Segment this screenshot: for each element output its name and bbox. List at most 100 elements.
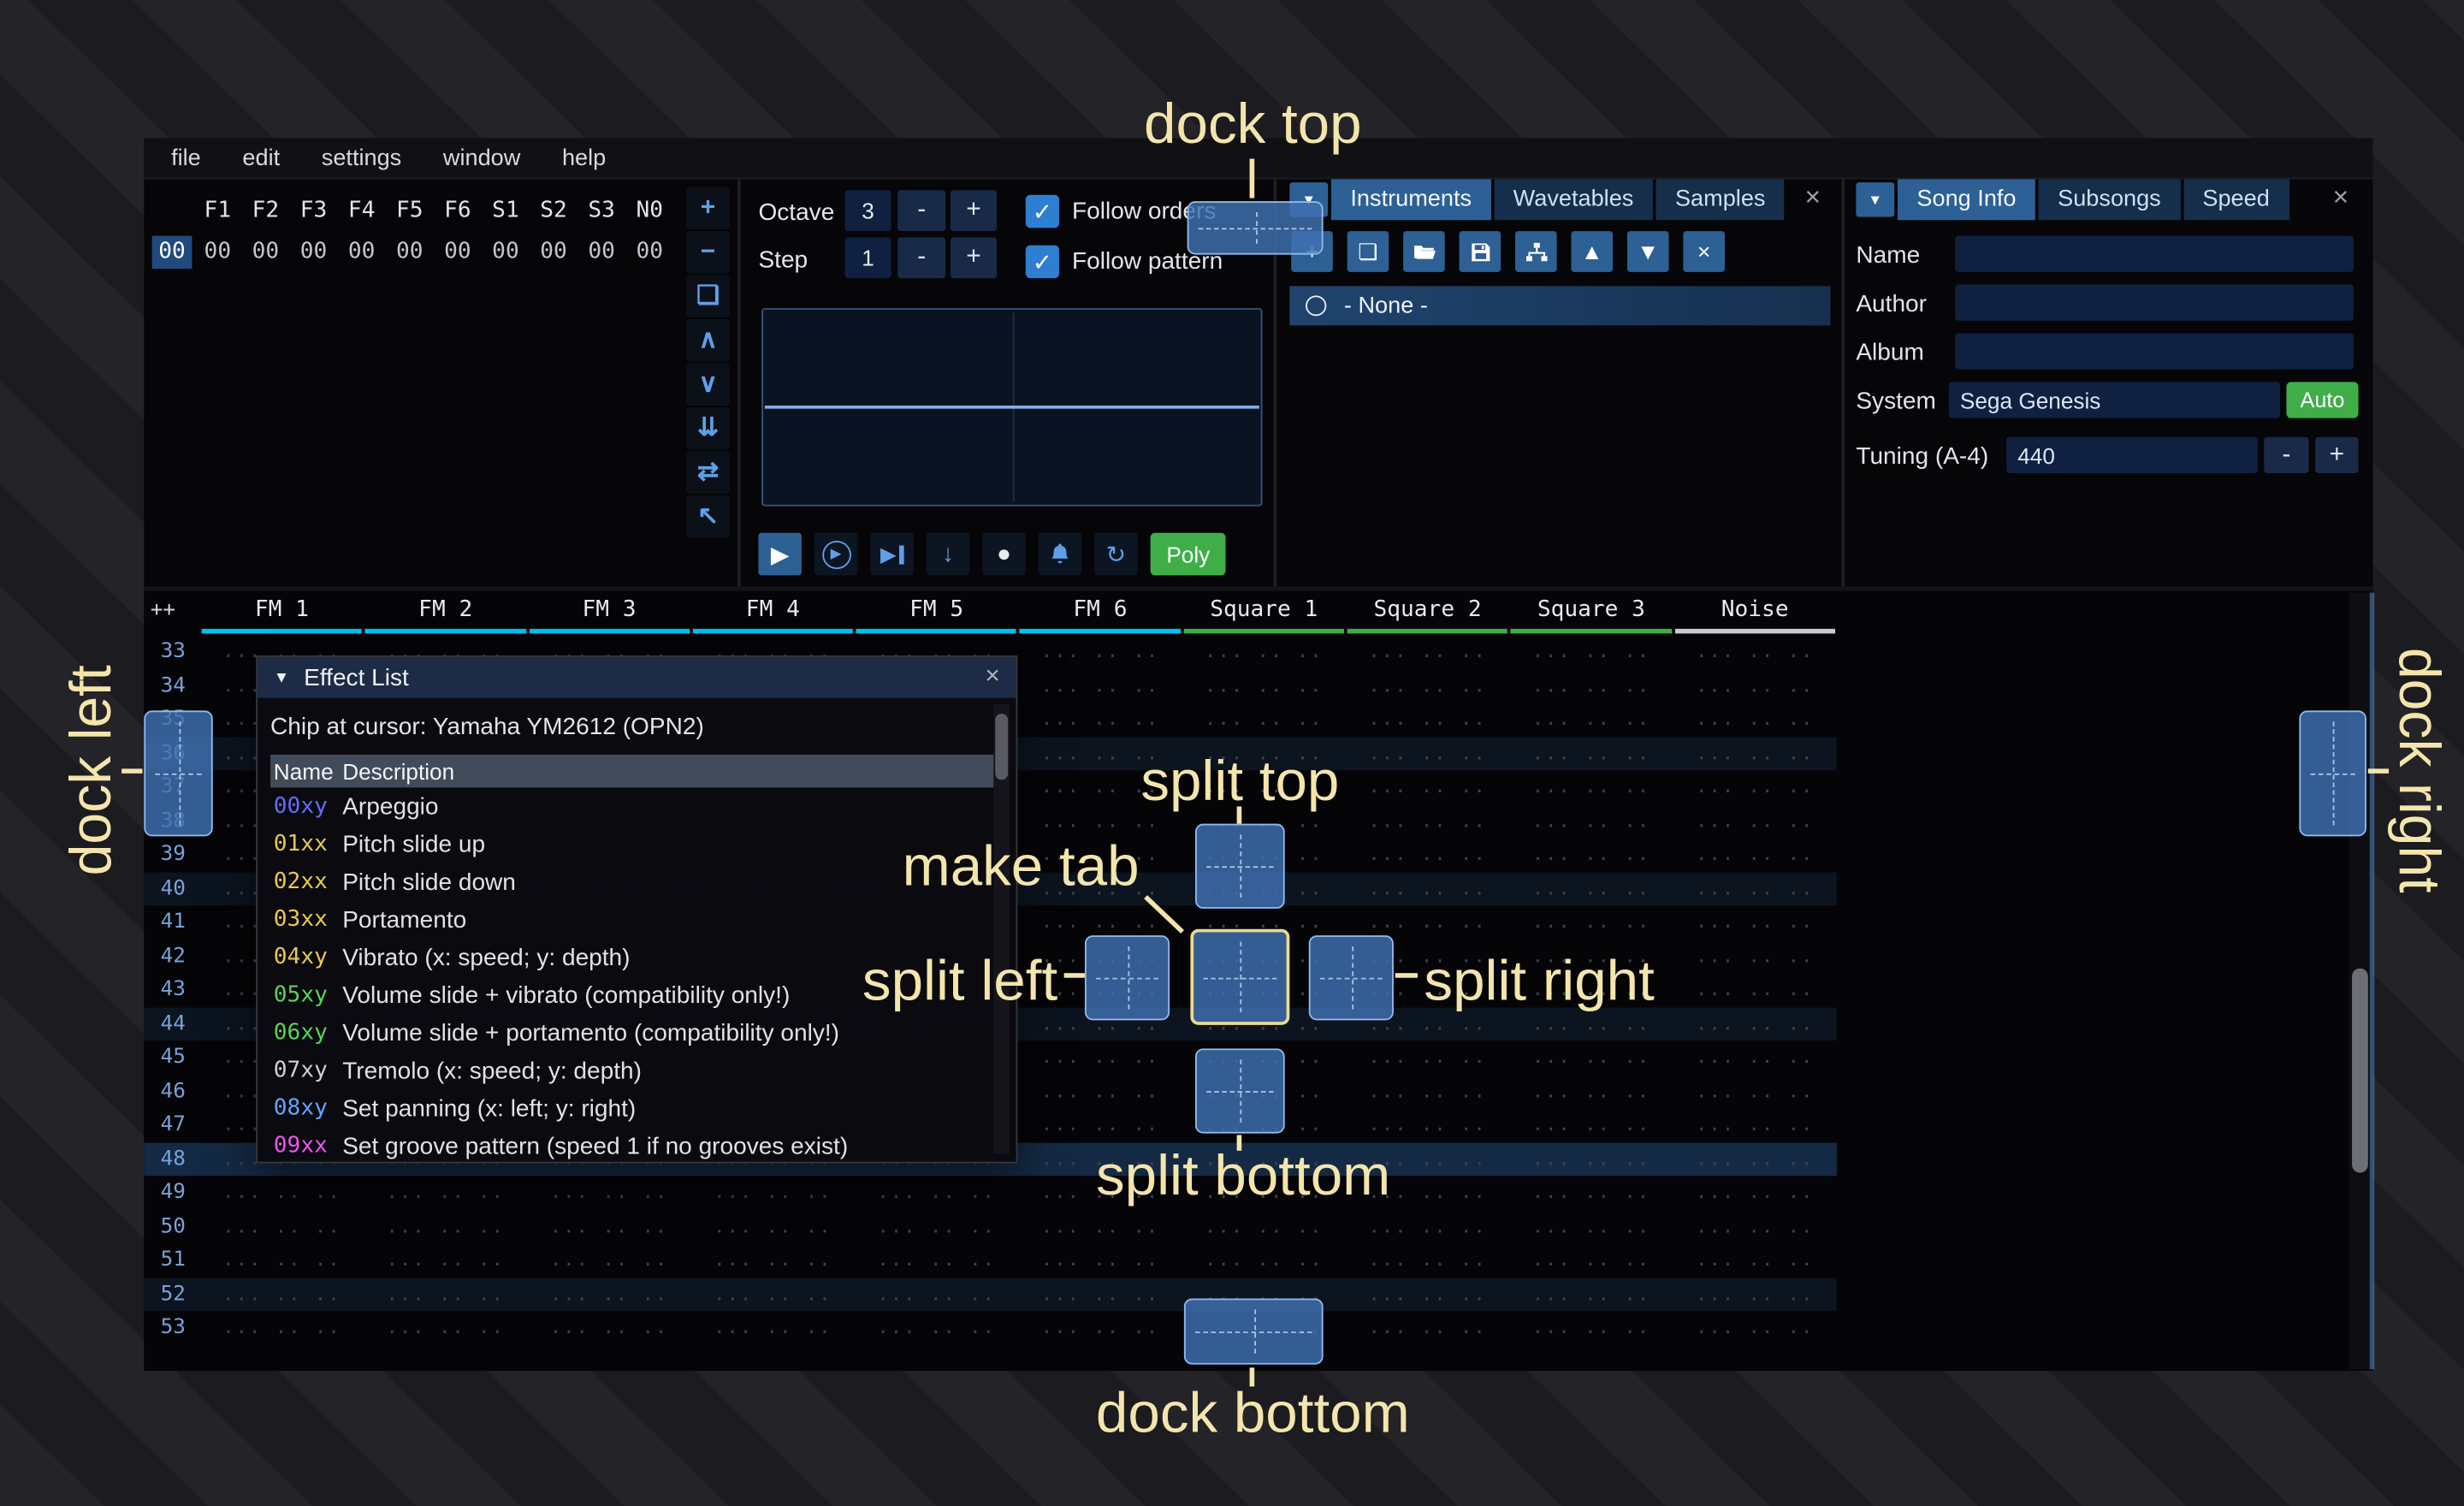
pattern-cell[interactable]: ... .. .. .... [1673,1108,1837,1141]
window-menu-button[interactable]: ▼ [1856,182,1894,216]
pattern-cell[interactable]: ... .. .. .... [1509,770,1673,803]
channel-header[interactable]: FM 3 [527,591,690,635]
pattern-row[interactable]: 49... .. .. ....... .. .. ....... .. .. … [144,1176,1837,1209]
pattern-cell[interactable]: ... .. .. .... [200,1210,364,1243]
pattern-cell[interactable]: ... .. .. .... [1509,1075,1673,1108]
make-tab-target[interactable] [1190,929,1289,1025]
step-increase-button[interactable]: + [951,237,997,278]
pattern-cell[interactable]: ... .. .. .... [1018,1243,1182,1277]
pattern-cell[interactable]: ... .. .. .... [1018,1108,1182,1141]
pattern-cell[interactable]: ... .. .. .... [1346,905,1509,939]
pattern-cell[interactable]: ... .. .. .... [1018,1311,1182,1344]
menu-item[interactable]: settings [300,145,422,170]
pattern-cell[interactable]: ... .. .. .... [1509,669,1673,703]
play-from-start-button[interactable]: ▶ [814,533,857,576]
pattern-cell[interactable]: ... .. .. .... [691,1278,855,1311]
song-info-tab[interactable]: Song Info [1898,179,2035,220]
pattern-cell[interactable]: ... .. .. .... [1018,669,1182,703]
pattern-cell[interactable]: ... .. .. .... [1673,838,1837,871]
pattern-cell[interactable]: ... .. .. .... [1673,1210,1837,1243]
pattern-cell[interactable]: ... .. .. .... [1346,1108,1509,1141]
effect-row[interactable]: 09xx Set groove pattern (speed 1 if no g… [270,1127,1004,1163]
pattern-cell[interactable]: ... .. .. .... [1673,1278,1837,1311]
metronome-button[interactable] [1039,533,1081,576]
pattern-cell[interactable]: ... .. .. .... [1346,1311,1509,1344]
pattern-cell[interactable]: ... .. .. .... [1018,635,1182,668]
pattern-cell[interactable]: ... .. .. .... [855,1176,1018,1209]
pattern-cell[interactable]: ... .. .. .... [364,1210,527,1243]
pattern-cell[interactable]: ... .. .. .... [1509,703,1673,736]
pattern-cell[interactable]: ... .. .. .... [527,1176,690,1209]
menu-item[interactable]: window [423,145,542,170]
channel-header[interactable]: Square 3 [1509,591,1673,635]
menu-item[interactable]: edit [222,145,300,170]
follow-pattern-checkbox[interactable]: ✓ [1026,246,1059,279]
order-cell[interactable]: 00 [386,236,434,270]
pattern-cell[interactable]: ... .. .. .... [1346,1278,1509,1311]
song-info-tab[interactable]: Speed [2183,179,2289,220]
pattern-cell[interactable]: ... .. .. .... [1509,905,1673,939]
order-edit-mode-button[interactable]: ↖ [686,495,729,538]
poly-button[interactable]: Poly [1151,533,1226,576]
effect-row[interactable]: 03xx Portamento [270,901,1004,939]
pattern-cell[interactable]: ... .. .. .... [1346,1243,1509,1277]
channel-header[interactable]: FM 2 [364,591,527,635]
instruments-close-button[interactable]: × [1805,184,1821,210]
channel-header[interactable]: FM 6 [1018,591,1182,635]
menu-item[interactable]: file [151,145,222,170]
pattern-cell[interactable]: ... .. .. .... [1346,737,1509,770]
pattern-cell[interactable]: ... .. .. .... [1509,1243,1673,1277]
pattern-row[interactable]: 51... .. .. ....... .. .. ....... .. .. … [144,1243,1837,1277]
author-input[interactable] [1955,285,2354,321]
dock-target-top[interactable] [1188,201,1324,254]
pattern-cell[interactable]: ... .. .. .... [1509,1142,1673,1176]
pattern-cell[interactable]: ... .. .. .... [1346,770,1509,803]
pattern-cell[interactable]: ... .. .. .... [1018,1075,1182,1108]
pattern-cell[interactable]: ... .. .. .... [1018,703,1182,736]
pattern-cell[interactable]: ... .. .. .... [1673,973,1837,1006]
order-row-index[interactable]: 00 [152,236,192,270]
channel-header[interactable]: Square 2 [1346,591,1509,635]
move-instrument-up-button[interactable]: ▲ [1571,231,1613,272]
pattern-cell[interactable]: ... .. .. .... [1346,703,1509,736]
pattern-cell[interactable]: ... .. .. .... [1346,838,1509,871]
pattern-cell[interactable]: ... .. .. .... [1673,872,1837,905]
pattern-cell[interactable]: ... .. .. .... [1182,1243,1346,1277]
system-input[interactable]: Sega Genesis [1949,382,2280,418]
pattern-row[interactable]: 52... .. .. ....... .. .. ....... .. .. … [144,1278,1837,1311]
pattern-cell[interactable]: ... .. .. .... [1673,905,1837,939]
pattern-cell[interactable]: ... .. .. .... [1673,804,1837,838]
add-order-button[interactable]: + [686,187,729,230]
pattern-cell[interactable]: ... .. .. .... [1673,1007,1837,1041]
order-cell[interactable]: 00 [482,236,530,270]
pattern-cell[interactable]: ... .. .. .... [1018,1041,1182,1074]
pattern-cell[interactable]: ... .. .. .... [527,1210,690,1243]
pattern-cell[interactable]: ... .. .. .... [1346,669,1509,703]
channel-header[interactable]: Noise [1673,591,1837,635]
song-info-tab[interactable]: Subsongs [2039,179,2181,220]
remove-order-button[interactable]: − [686,231,729,274]
effect-row[interactable]: 07xy Tremolo (x: speed; y: depth) [270,1052,1004,1089]
pattern-row[interactable]: 53... .. .. ....... .. .. ....... .. .. … [144,1311,1837,1344]
move-order-down-button[interactable]: ∨ [686,363,729,406]
pattern-cell[interactable]: ... .. .. .... [855,1210,1018,1243]
channel-header[interactable]: FM 4 [691,591,855,635]
step-decrease-button[interactable]: - [897,237,945,278]
add-channels-button[interactable]: ++ [151,599,175,623]
pattern-cell[interactable]: ... .. .. .... [1509,872,1673,905]
pattern-cell[interactable]: ... .. .. .... [200,1278,364,1311]
effect-row[interactable]: 06xy Volume slide + portamento (compatib… [270,1014,1004,1052]
pattern-cell[interactable]: ... .. .. .... [1673,1041,1837,1074]
instrument-list-item[interactable]: - None - [1289,286,1830,325]
follow-orders-checkbox[interactable]: ✓ [1026,195,1059,228]
step-input[interactable]: 1 [844,237,891,278]
pattern-cell[interactable]: ... .. .. .... [1673,635,1837,668]
pattern-cell[interactable]: ... .. .. .... [364,1176,527,1209]
delete-instrument-button[interactable]: × [1683,231,1725,272]
pattern-cell[interactable]: ... .. .. .... [691,1176,855,1209]
pattern-cell[interactable]: ... .. .. .... [1509,1108,1673,1141]
pattern-cell[interactable]: ... .. .. .... [1673,770,1837,803]
tuning-input[interactable]: 440 [2006,437,2258,473]
pattern-cell[interactable]: ... .. .. .... [1509,804,1673,838]
pattern-cell[interactable]: ... .. .. .... [1509,737,1673,770]
